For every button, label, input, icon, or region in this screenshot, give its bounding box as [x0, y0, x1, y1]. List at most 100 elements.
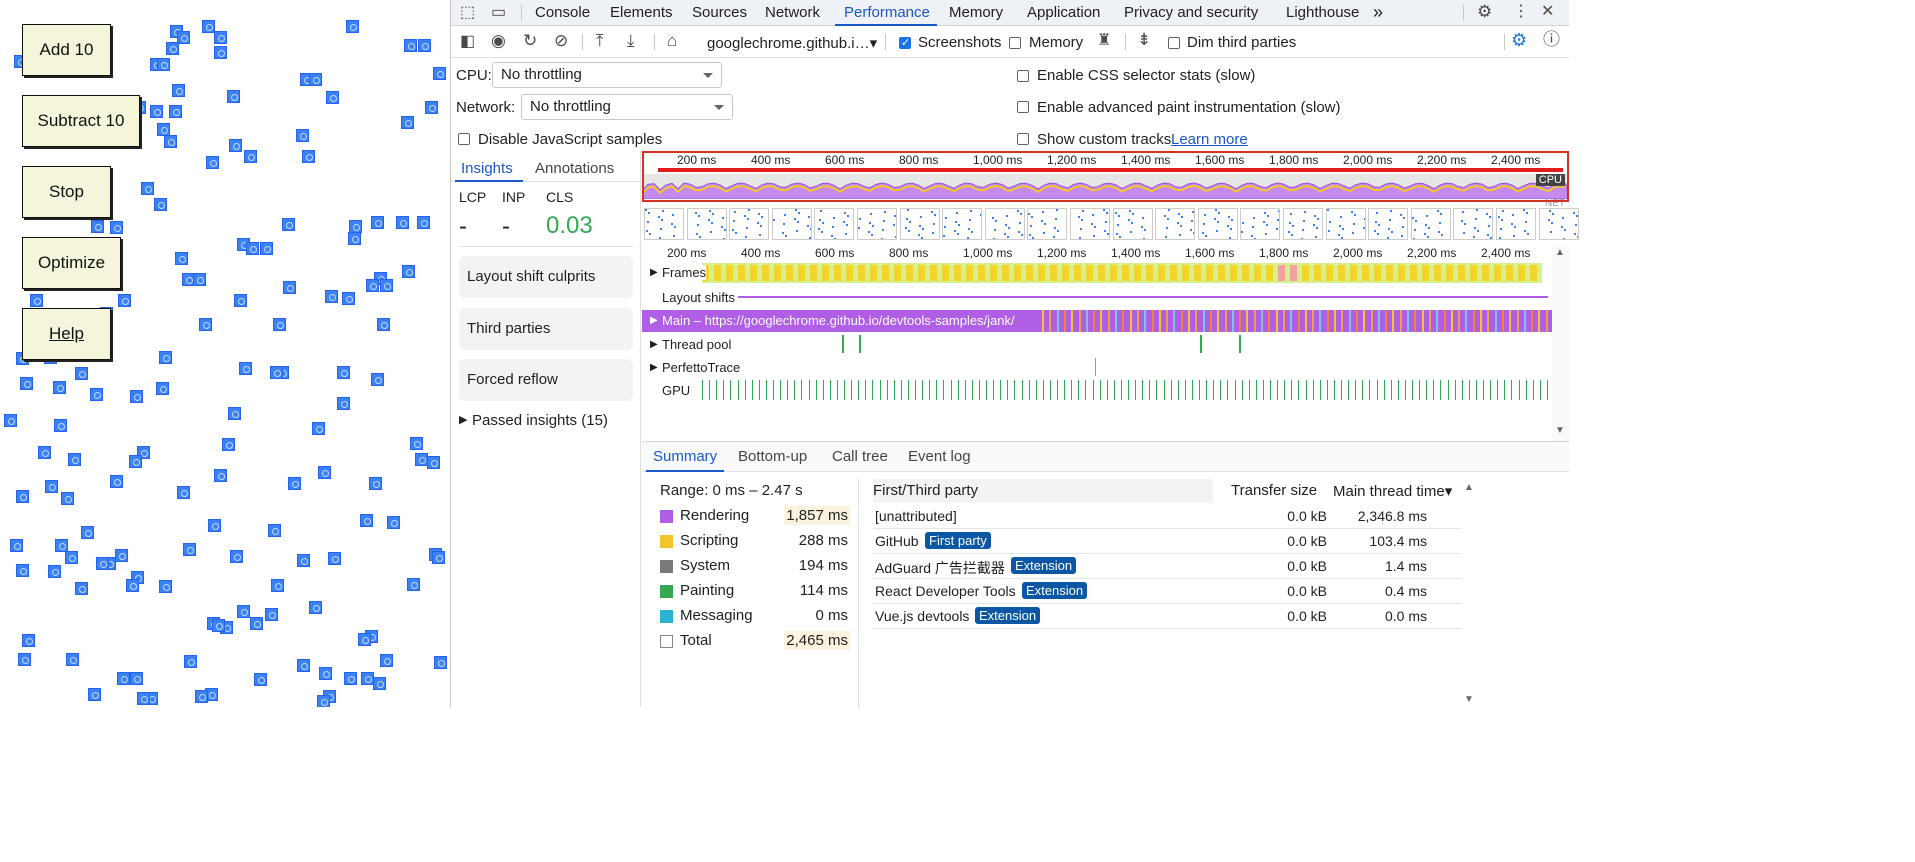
paint-instrumentation-checkbox[interactable] [1017, 101, 1029, 113]
screenshot-thumbnail[interactable] [1070, 208, 1110, 240]
tab-console[interactable]: Console [535, 4, 590, 21]
screenshot-thumbnail[interactable] [1368, 208, 1409, 240]
table-row[interactable]: React Developer Tools Extension 0.0 kB 0.4 … [873, 579, 1461, 604]
screenshot-thumbnail[interactable] [644, 208, 684, 240]
screenshot-thumbnail[interactable] [1027, 208, 1068, 240]
column-header-main-thread-time[interactable]: Main thread time▾ [1333, 482, 1452, 500]
screenshot-thumbnail[interactable] [1410, 208, 1451, 240]
tab-insights[interactable]: Insights [461, 160, 513, 177]
tab-network[interactable]: Network [765, 4, 820, 21]
expand-triangle-icon[interactable]: ▶ [650, 267, 658, 278]
column-header-party[interactable]: First/Third party [873, 482, 978, 499]
tab-performance[interactable]: Performance [844, 4, 930, 21]
screenshot-thumbnail[interactable] [899, 208, 940, 240]
insight-card-layout-shift-culprits[interactable]: Layout shift culprits [459, 256, 633, 298]
track-frames[interactable]: Frames [662, 265, 707, 280]
expand-triangle-icon[interactable]: ▶ [650, 339, 658, 350]
settings-gear-icon[interactable]: ⚙ [1477, 3, 1492, 20]
tab-sources[interactable]: Sources [692, 4, 747, 21]
device-toolbar-icon[interactable]: ▭ [491, 5, 506, 21]
screenshot-thumbnail[interactable] [1112, 208, 1153, 240]
tab-event-log[interactable]: Event log [908, 448, 971, 465]
help-button[interactable]: Help [22, 308, 111, 360]
overview-selection-highlight[interactable] [642, 151, 1569, 202]
dim-third-parties-checkbox[interactable] [1168, 37, 1180, 49]
timeline-scrollbar[interactable]: ▲ ▼ [1552, 247, 1569, 441]
scroll-down-icon[interactable]: ▼ [1555, 425, 1565, 436]
track-perfetto-trace[interactable]: PerfettoTrace [662, 360, 740, 375]
stop-button[interactable]: Stop [22, 166, 111, 218]
learn-more-link[interactable]: Learn more [1171, 131, 1248, 148]
close-icon[interactable]: ✕ [1541, 4, 1554, 20]
download-profile-icon[interactable]: ⤓ [627, 32, 635, 49]
home-icon[interactable]: ⌂ [667, 32, 677, 49]
tab-elements[interactable]: Elements [610, 4, 673, 21]
add-10-button[interactable]: Add 10 [22, 24, 111, 76]
broom-gc-icon[interactable]: ♜ [1097, 33, 1111, 49]
table-scrollbar[interactable]: ▲ ▼ [1462, 482, 1476, 708]
passed-insights-toggle[interactable]: Passed insights (15) [472, 412, 608, 429]
track-layout-shifts[interactable]: Layout shifts [662, 290, 735, 305]
screenshot-thumbnail[interactable] [942, 208, 983, 240]
screenshot-thumbnail[interactable] [686, 208, 727, 240]
tab-bottom-up[interactable]: Bottom-up [738, 448, 807, 465]
track-gpu[interactable]: GPU [662, 383, 690, 398]
screenshot-thumbnail[interactable] [1283, 208, 1323, 240]
clear-icon[interactable]: ⊘ [554, 32, 568, 49]
optimize-button[interactable]: Optimize [22, 237, 121, 289]
screenshot-thumbnail[interactable] [1325, 208, 1366, 240]
capture-settings-gear-icon[interactable]: ⚙ [1511, 31, 1527, 49]
screenshot-thumbnail[interactable] [1155, 208, 1196, 240]
screenshot-thumbnail[interactable] [729, 208, 770, 240]
screenshot-thumbnail[interactable] [857, 208, 897, 240]
track-main-thread[interactable]: Main – https://googlechrome.github.io/de… [662, 313, 1015, 328]
table-row[interactable]: GitHub First party 0.0 kB 103.4 ms [873, 529, 1461, 554]
scroll-down-icon[interactable]: ▼ [1464, 694, 1474, 705]
more-tabs-icon[interactable]: » [1373, 2, 1383, 23]
screenshots-checkbox[interactable] [899, 36, 911, 49]
profile-select[interactable]: googlechrome.github.i…▾ [707, 34, 877, 52]
toggle-sidebar-icon[interactable]: ◧ [460, 34, 475, 50]
record-icon[interactable]: ◉ [491, 32, 506, 49]
tab-memory[interactable]: Memory [949, 4, 1003, 21]
custom-tracks-checkbox[interactable] [1017, 133, 1029, 145]
help-icon[interactable]: ⓘ [1543, 31, 1560, 48]
scroll-up-icon[interactable]: ▲ [1555, 247, 1565, 258]
inspect-element-icon[interactable]: ⬚ [460, 5, 475, 21]
frames-track-bar[interactable] [702, 263, 1542, 283]
table-row[interactable]: AdGuard 广告拦截器 Extension 0.0 kB 1.4 ms [873, 554, 1461, 579]
screenshot-thumbnail[interactable] [1197, 208, 1238, 240]
screenshots-filmstrip[interactable] [642, 208, 1579, 242]
track-thread-pool[interactable]: Thread pool [662, 337, 731, 352]
disable-js-samples-checkbox[interactable] [458, 133, 470, 145]
upload-profile-icon[interactable]: ⤒ [596, 32, 604, 49]
tab-application[interactable]: Application [1027, 4, 1100, 21]
screenshot-thumbnail[interactable] [1538, 208, 1579, 240]
subtract-10-button[interactable]: Subtract 10 [22, 95, 140, 147]
cpu-throttling-select[interactable]: No throttling [492, 62, 722, 88]
screenshot-thumbnail[interactable] [1453, 208, 1494, 240]
insight-card-forced-reflow[interactable]: Forced reflow [459, 359, 633, 401]
memory-checkbox[interactable] [1009, 37, 1021, 49]
tab-summary[interactable]: Summary [653, 448, 717, 465]
table-row[interactable]: [unattributed] 0.0 kB 2,346.8 ms [873, 504, 1461, 529]
more-options-icon[interactable]: ⋮ [1513, 4, 1529, 20]
scroll-up-icon[interactable]: ▲ [1464, 482, 1474, 493]
screenshot-thumbnail[interactable] [1240, 208, 1281, 240]
reload-record-icon[interactable]: ↻ [523, 32, 537, 49]
table-row[interactable]: Vue.js devtools Extension 0.0 kB 0.0 ms [873, 604, 1461, 629]
network-throttle-icon[interactable]: ⇟ [1137, 31, 1151, 48]
tab-call-tree[interactable]: Call tree [832, 448, 888, 465]
screenshot-thumbnail[interactable] [984, 208, 1025, 240]
network-throttling-select[interactable]: No throttling [521, 94, 733, 120]
expand-triangle-icon[interactable]: ▶ [650, 315, 658, 326]
expand-triangle-icon[interactable]: ▶ [650, 362, 658, 373]
screenshot-thumbnail[interactable] [1496, 208, 1536, 240]
screenshot-thumbnail[interactable] [814, 208, 855, 240]
insight-card-third-parties[interactable]: Third parties [459, 308, 633, 350]
tab-privacy-security[interactable]: Privacy and security [1124, 4, 1258, 21]
css-selector-stats-checkbox[interactable] [1017, 70, 1029, 82]
tab-lighthouse[interactable]: Lighthouse [1286, 4, 1359, 21]
column-header-transfer-size[interactable]: Transfer size [1231, 482, 1317, 499]
expand-triangle-icon[interactable]: ▶ [459, 413, 467, 426]
